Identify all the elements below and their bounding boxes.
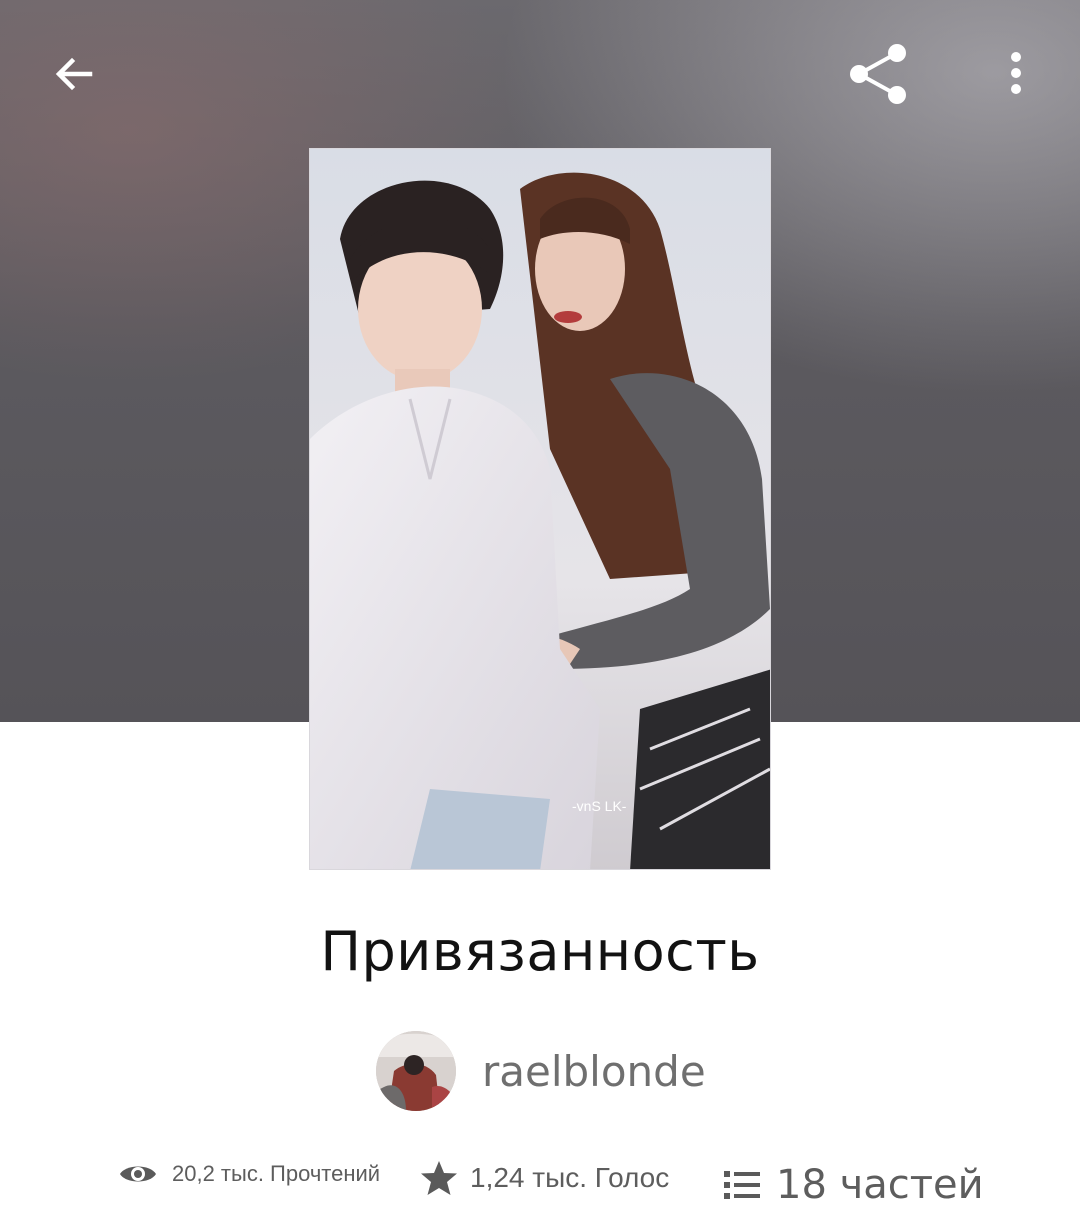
reads-stat: 20,2 тыс. Прочтений xyxy=(118,1160,380,1188)
star-icon xyxy=(421,1161,457,1195)
cover-watermark: -vnS LK- xyxy=(572,798,627,814)
eye-icon xyxy=(120,1166,156,1182)
votes-count: 1,24 тыс. Голос xyxy=(470,1162,670,1193)
back-button[interactable] xyxy=(38,38,110,110)
votes-stat: 1,24 тыс. Голос xyxy=(420,1160,669,1196)
reads-count: 20,2 тыс. Прочтений xyxy=(172,1161,381,1186)
arrow-left-icon xyxy=(55,57,93,91)
list-icon xyxy=(724,1171,760,1199)
more-options-button[interactable] xyxy=(980,38,1052,110)
story-stats: 20,2 тыс. Прочтений 1,24 тыс. Голос 18 ч… xyxy=(0,1150,1080,1220)
share-button[interactable] xyxy=(842,38,914,110)
parts-button[interactable]: 18 частей xyxy=(724,1162,984,1208)
parts-count[interactable]: 18 частей xyxy=(776,1162,984,1208)
share-icon xyxy=(850,44,906,104)
story-title: Привязанность xyxy=(320,920,760,983)
author-link[interactable]: raelblonde xyxy=(376,1030,706,1112)
more-vertical-icon xyxy=(1011,52,1021,94)
story-cover-image[interactable]: -vnS LK- xyxy=(309,148,771,870)
author-name[interactable]: raelblonde xyxy=(482,1047,706,1096)
author-avatar[interactable] xyxy=(376,1031,456,1111)
